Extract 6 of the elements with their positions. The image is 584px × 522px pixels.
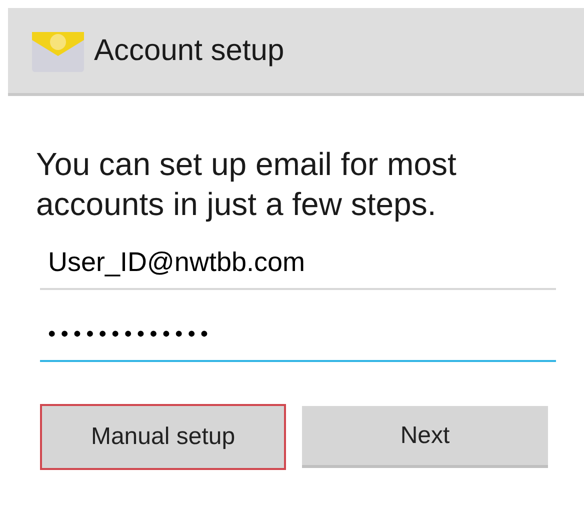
action-button[interactable]: Manual setup [40,404,286,470]
email-field[interactable]: User_ID@nwtbb.com [40,236,556,290]
password-field[interactable]: ••••••••••••• [40,308,556,362]
screen-title: Account setup [94,33,284,69]
action-button[interactable]: Next [302,406,548,468]
intro-text: You can set up email for most accounts in just a few steps. [36,145,458,224]
